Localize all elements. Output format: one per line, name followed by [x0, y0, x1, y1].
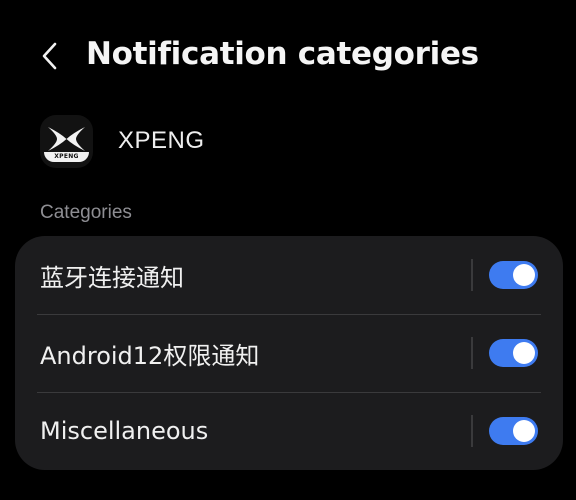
- page-title: Notification categories: [86, 36, 479, 72]
- category-label: Miscellaneous: [40, 417, 209, 445]
- back-button[interactable]: [30, 36, 70, 76]
- categories-card: 蓝牙连接通知 Android12权限通知 Miscellaneous: [15, 236, 563, 470]
- section-label-categories: Categories: [40, 202, 132, 223]
- xpeng-app-icon: XPENG: [40, 114, 93, 168]
- notification-categories-screen: Notification categories XPENG XPENG Cate…: [0, 0, 576, 500]
- category-toggle-miscellaneous[interactable]: [489, 417, 538, 445]
- category-label: Android12权限通知: [40, 341, 260, 370]
- category-label: 蓝牙连接通知: [40, 263, 184, 292]
- category-row-bluetooth[interactable]: 蓝牙连接通知: [15, 236, 563, 314]
- app-icon-badge: XPENG: [44, 151, 89, 162]
- toggle-knob: [513, 264, 535, 286]
- chevron-left-icon: [42, 42, 57, 70]
- category-row-android12-permission[interactable]: Android12权限通知: [15, 314, 563, 392]
- toggle-knob: [513, 420, 535, 442]
- category-toggle-bluetooth[interactable]: [489, 261, 538, 289]
- header: Notification categories: [0, 26, 576, 88]
- app-info-row: XPENG XPENG: [40, 113, 205, 169]
- vertical-divider: [471, 337, 473, 369]
- toggle-knob: [513, 342, 535, 364]
- vertical-divider: [471, 415, 473, 447]
- vertical-divider: [471, 259, 473, 291]
- category-toggle-android12-permission[interactable]: [489, 339, 538, 367]
- app-name: XPENG: [118, 127, 205, 154]
- category-row-miscellaneous[interactable]: Miscellaneous: [15, 392, 563, 470]
